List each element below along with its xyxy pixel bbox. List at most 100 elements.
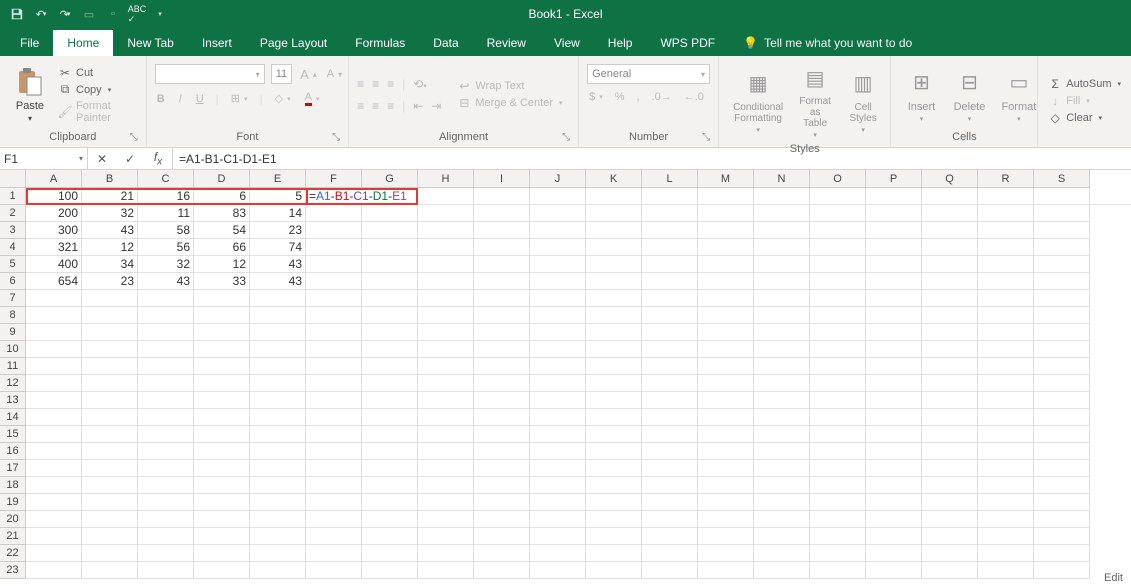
cell-Q6[interactable] xyxy=(922,273,978,290)
cell-M9[interactable] xyxy=(698,324,754,341)
cell-N16[interactable] xyxy=(754,443,810,460)
col-header-H[interactable]: H xyxy=(418,170,474,188)
wrap-text-button[interactable]: ↩Wrap Text xyxy=(455,78,564,94)
cell-D17[interactable] xyxy=(194,460,250,477)
cell-F13[interactable] xyxy=(306,392,362,409)
cell-R15[interactable] xyxy=(978,426,1034,443)
cell-L20[interactable] xyxy=(642,511,698,528)
row-header-23[interactable]: 23 xyxy=(0,562,26,579)
cell-S3[interactable] xyxy=(1034,222,1090,239)
cell-E3[interactable]: 23 xyxy=(250,222,306,239)
cell-D6[interactable]: 33 xyxy=(194,273,250,290)
bold-button[interactable]: B xyxy=(155,92,167,106)
qat-more-icon[interactable]: ▾ xyxy=(150,3,172,25)
row-header-8[interactable]: 8 xyxy=(0,307,26,324)
redo-icon[interactable]: ↷▾ xyxy=(54,3,76,25)
cell-Q1[interactable] xyxy=(978,188,1034,205)
cell-S11[interactable] xyxy=(1034,358,1090,375)
cell-G10[interactable] xyxy=(362,341,418,358)
name-box[interactable]: F1 ▾ xyxy=(0,148,88,169)
cell-K19[interactable] xyxy=(586,494,642,511)
cell-F20[interactable] xyxy=(306,511,362,528)
tab-new-tab[interactable]: New Tab xyxy=(113,30,187,56)
tab-file[interactable]: File xyxy=(6,30,53,56)
tab-help[interactable]: Help xyxy=(594,30,647,56)
cell-O19[interactable] xyxy=(810,494,866,511)
conditional-formatting-button[interactable]: ▦ ConditionalFormatting▾ xyxy=(727,60,789,141)
cell-G2[interactable] xyxy=(362,205,418,222)
cell-L4[interactable] xyxy=(642,239,698,256)
font-size-select[interactable]: 11 xyxy=(271,64,292,84)
cell-H15[interactable] xyxy=(418,426,474,443)
cell-H20[interactable] xyxy=(418,511,474,528)
chevron-down-icon[interactable]: ▾ xyxy=(79,154,83,163)
cell-L5[interactable] xyxy=(642,256,698,273)
cell-K5[interactable] xyxy=(586,256,642,273)
cell-S22[interactable] xyxy=(1034,545,1090,562)
cell-O6[interactable] xyxy=(810,273,866,290)
cell-K15[interactable] xyxy=(586,426,642,443)
cell-L9[interactable] xyxy=(642,324,698,341)
cell-O1[interactable] xyxy=(866,188,922,205)
cell-A22[interactable] xyxy=(26,545,82,562)
cell-B7[interactable] xyxy=(82,290,138,307)
cell-J21[interactable] xyxy=(530,528,586,545)
cell-S16[interactable] xyxy=(1034,443,1090,460)
cell-H16[interactable] xyxy=(418,443,474,460)
cell-I19[interactable] xyxy=(474,494,530,511)
cell-H10[interactable] xyxy=(418,341,474,358)
cell-E15[interactable] xyxy=(250,426,306,443)
cell-I2[interactable] xyxy=(474,205,530,222)
cell-B22[interactable] xyxy=(82,545,138,562)
font-color-button[interactable]: A▾ xyxy=(303,90,322,107)
cell-A4[interactable]: 321 xyxy=(26,239,82,256)
cell-Q14[interactable] xyxy=(922,409,978,426)
col-header-C[interactable]: C xyxy=(138,170,194,188)
cell-P6[interactable] xyxy=(866,273,922,290)
tab-data[interactable]: Data xyxy=(419,30,472,56)
col-header-S[interactable]: S xyxy=(1034,170,1090,188)
align-bottom-icon[interactable]: ≡ xyxy=(387,77,394,91)
cell-P12[interactable] xyxy=(866,375,922,392)
cell-R18[interactable] xyxy=(978,477,1034,494)
cell-D16[interactable] xyxy=(194,443,250,460)
cell-M3[interactable] xyxy=(698,222,754,239)
cell-O2[interactable] xyxy=(810,205,866,222)
cell-H23[interactable] xyxy=(418,562,474,579)
col-header-F[interactable]: F xyxy=(306,170,362,188)
cell-F6[interactable] xyxy=(306,273,362,290)
cell-L23[interactable] xyxy=(642,562,698,579)
cell-F12[interactable] xyxy=(306,375,362,392)
cell-N23[interactable] xyxy=(754,562,810,579)
merge-center-button[interactable]: ⊟Merge & Center▾ xyxy=(455,95,564,111)
cell-I1[interactable] xyxy=(530,188,586,205)
italic-button[interactable]: I xyxy=(177,92,184,106)
cell-Q15[interactable] xyxy=(922,426,978,443)
cell-C6[interactable]: 43 xyxy=(138,273,194,290)
cell-B5[interactable]: 34 xyxy=(82,256,138,273)
cell-H21[interactable] xyxy=(418,528,474,545)
cell-J2[interactable] xyxy=(530,205,586,222)
cell-F5[interactable] xyxy=(306,256,362,273)
qat-icon[interactable]: ▭ xyxy=(78,3,100,25)
cell-A18[interactable] xyxy=(26,477,82,494)
cell-Q8[interactable] xyxy=(922,307,978,324)
cell-J19[interactable] xyxy=(530,494,586,511)
row-header-11[interactable]: 11 xyxy=(0,358,26,375)
cell-M8[interactable] xyxy=(698,307,754,324)
cell-C13[interactable] xyxy=(138,392,194,409)
cell-S10[interactable] xyxy=(1034,341,1090,358)
cell-J1[interactable] xyxy=(586,188,642,205)
row-header-1[interactable]: 1 xyxy=(0,188,26,205)
cell-J15[interactable] xyxy=(530,426,586,443)
col-header-G[interactable]: G xyxy=(362,170,418,188)
col-header-M[interactable]: M xyxy=(698,170,754,188)
cell-C20[interactable] xyxy=(138,511,194,528)
cell-F22[interactable] xyxy=(306,545,362,562)
cell-G18[interactable] xyxy=(362,477,418,494)
cell-S12[interactable] xyxy=(1034,375,1090,392)
cell-K18[interactable] xyxy=(586,477,642,494)
cell-P4[interactable] xyxy=(866,239,922,256)
cut-button[interactable]: ✂Cut xyxy=(56,65,138,81)
cell-P2[interactable] xyxy=(866,205,922,222)
